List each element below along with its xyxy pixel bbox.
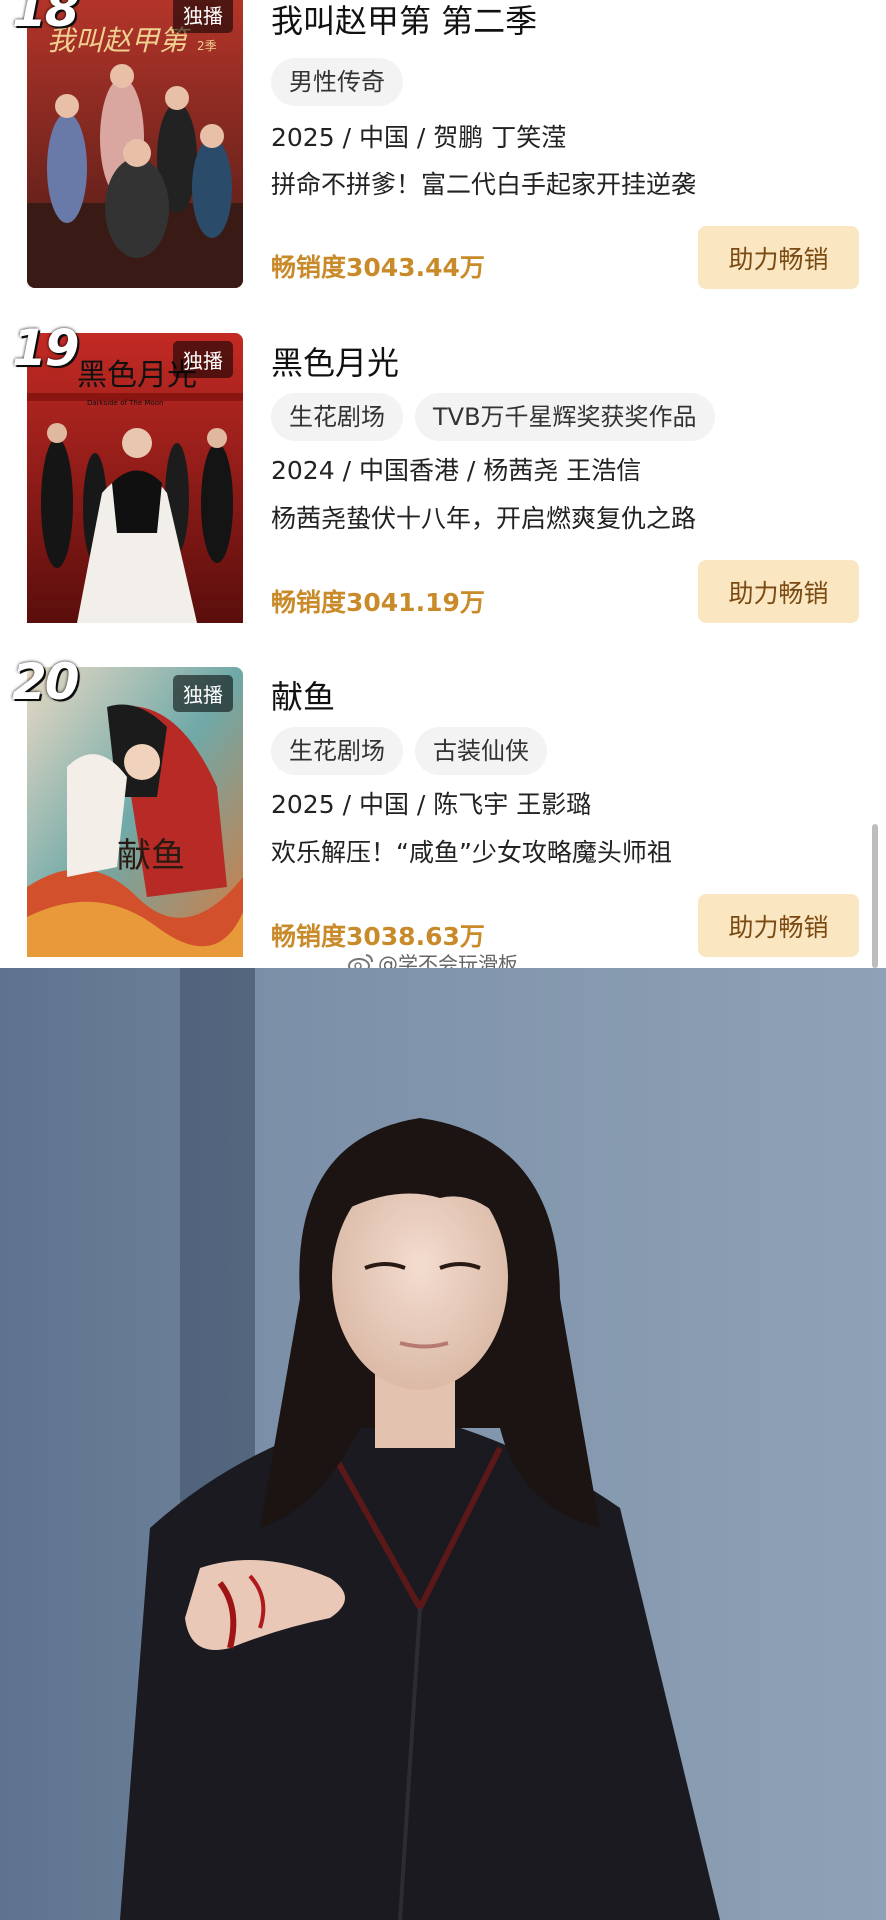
drama-title[interactable]: 献鱼 — [271, 672, 335, 718]
drama-ranking-list: 我叫赵甲第 2季 独播 18 我叫赵甲第 第二季 男性传奇 2025 / 中国 … — [0, 0, 886, 968]
tag[interactable]: 生花剧场 — [271, 727, 403, 775]
poster-image[interactable]: 献鱼 独播 — [27, 667, 243, 967]
tag-row: 生花剧场 古装仙侠 — [271, 727, 547, 775]
actor-photo — [0, 968, 886, 1920]
sales-score: 畅销度3043.44万 — [271, 253, 485, 282]
rank-number: 19 — [12, 319, 80, 377]
list-item-19[interactable]: 黑色月光 Darkside of The Moon 独播 19 黑色月光 生花剧… — [0, 319, 886, 633]
drama-description: 杨茜尧蛰伏十八年，开启燃爽复仇之路 — [271, 504, 697, 533]
watermark-text: @学不会玩滑板 — [378, 952, 518, 968]
poster-image[interactable]: 黑色月光 Darkside of The Moon 独播 — [27, 333, 243, 633]
tag[interactable]: 生花剧场 — [271, 393, 403, 441]
weibo-icon — [348, 953, 373, 968]
exclusive-badge: 独播 — [173, 0, 233, 33]
rank-number: 20 — [12, 653, 80, 711]
list-item-18[interactable]: 我叫赵甲第 2季 独播 18 我叫赵甲第 第二季 男性传奇 2025 / 中国 … — [0, 0, 886, 289]
sales-score: 畅销度3041.19万 — [271, 588, 485, 617]
poster-title: 献鱼 — [117, 836, 185, 876]
tag[interactable]: TVB万千星辉奖获奖作品 — [415, 393, 715, 441]
tag[interactable]: 古装仙侠 — [415, 727, 547, 775]
poster-subtitle: Darkside of The Moon — [87, 399, 163, 407]
drama-description: 欢乐解压！“咸鱼”少女攻略魔头师祖 — [271, 838, 672, 867]
poster-art: 我叫赵甲第 2季 — [27, 0, 243, 288]
boost-sales-button[interactable]: 助力畅销 — [698, 226, 859, 289]
tag-row: 男性传奇 — [271, 58, 403, 106]
tag-row: 生花剧场 TVB万千星辉奖获奖作品 — [271, 393, 715, 441]
poster-subtitle: 2季 — [197, 39, 217, 53]
actor-still-image — [0, 968, 886, 1920]
tag[interactable]: 男性传奇 — [271, 58, 403, 106]
boost-sales-button[interactable]: 助力畅销 — [698, 894, 859, 957]
exclusive-badge: 独播 — [173, 341, 233, 378]
drama-meta: 2025 / 中国 / 贺鹏 丁笑滢 — [271, 123, 567, 152]
drama-description: 拼命不拼爹！富二代白手起家开挂逆袭 — [271, 170, 697, 199]
poster-image[interactable]: 我叫赵甲第 2季 独播 — [27, 0, 243, 288]
exclusive-badge: 独播 — [173, 675, 233, 712]
drama-meta: 2025 / 中国 / 陈飞宇 王影璐 — [271, 790, 592, 819]
list-item-20[interactable]: 献鱼 独播 20 献鱼 生花剧场 古装仙侠 2025 / 中国 / 陈飞宇 王影… — [0, 653, 886, 967]
rank-number: 18 — [12, 0, 80, 38]
drama-title[interactable]: 黑色月光 — [271, 338, 399, 384]
weibo-watermark: @学不会玩滑板 — [348, 948, 518, 968]
scrollbar[interactable] — [872, 824, 878, 968]
drama-meta: 2024 / 中国香港 / 杨茜尧 王浩信 — [271, 456, 642, 485]
boost-sales-button[interactable]: 助力畅销 — [698, 560, 859, 623]
drama-title[interactable]: 我叫赵甲第 第二季 — [271, 0, 537, 42]
